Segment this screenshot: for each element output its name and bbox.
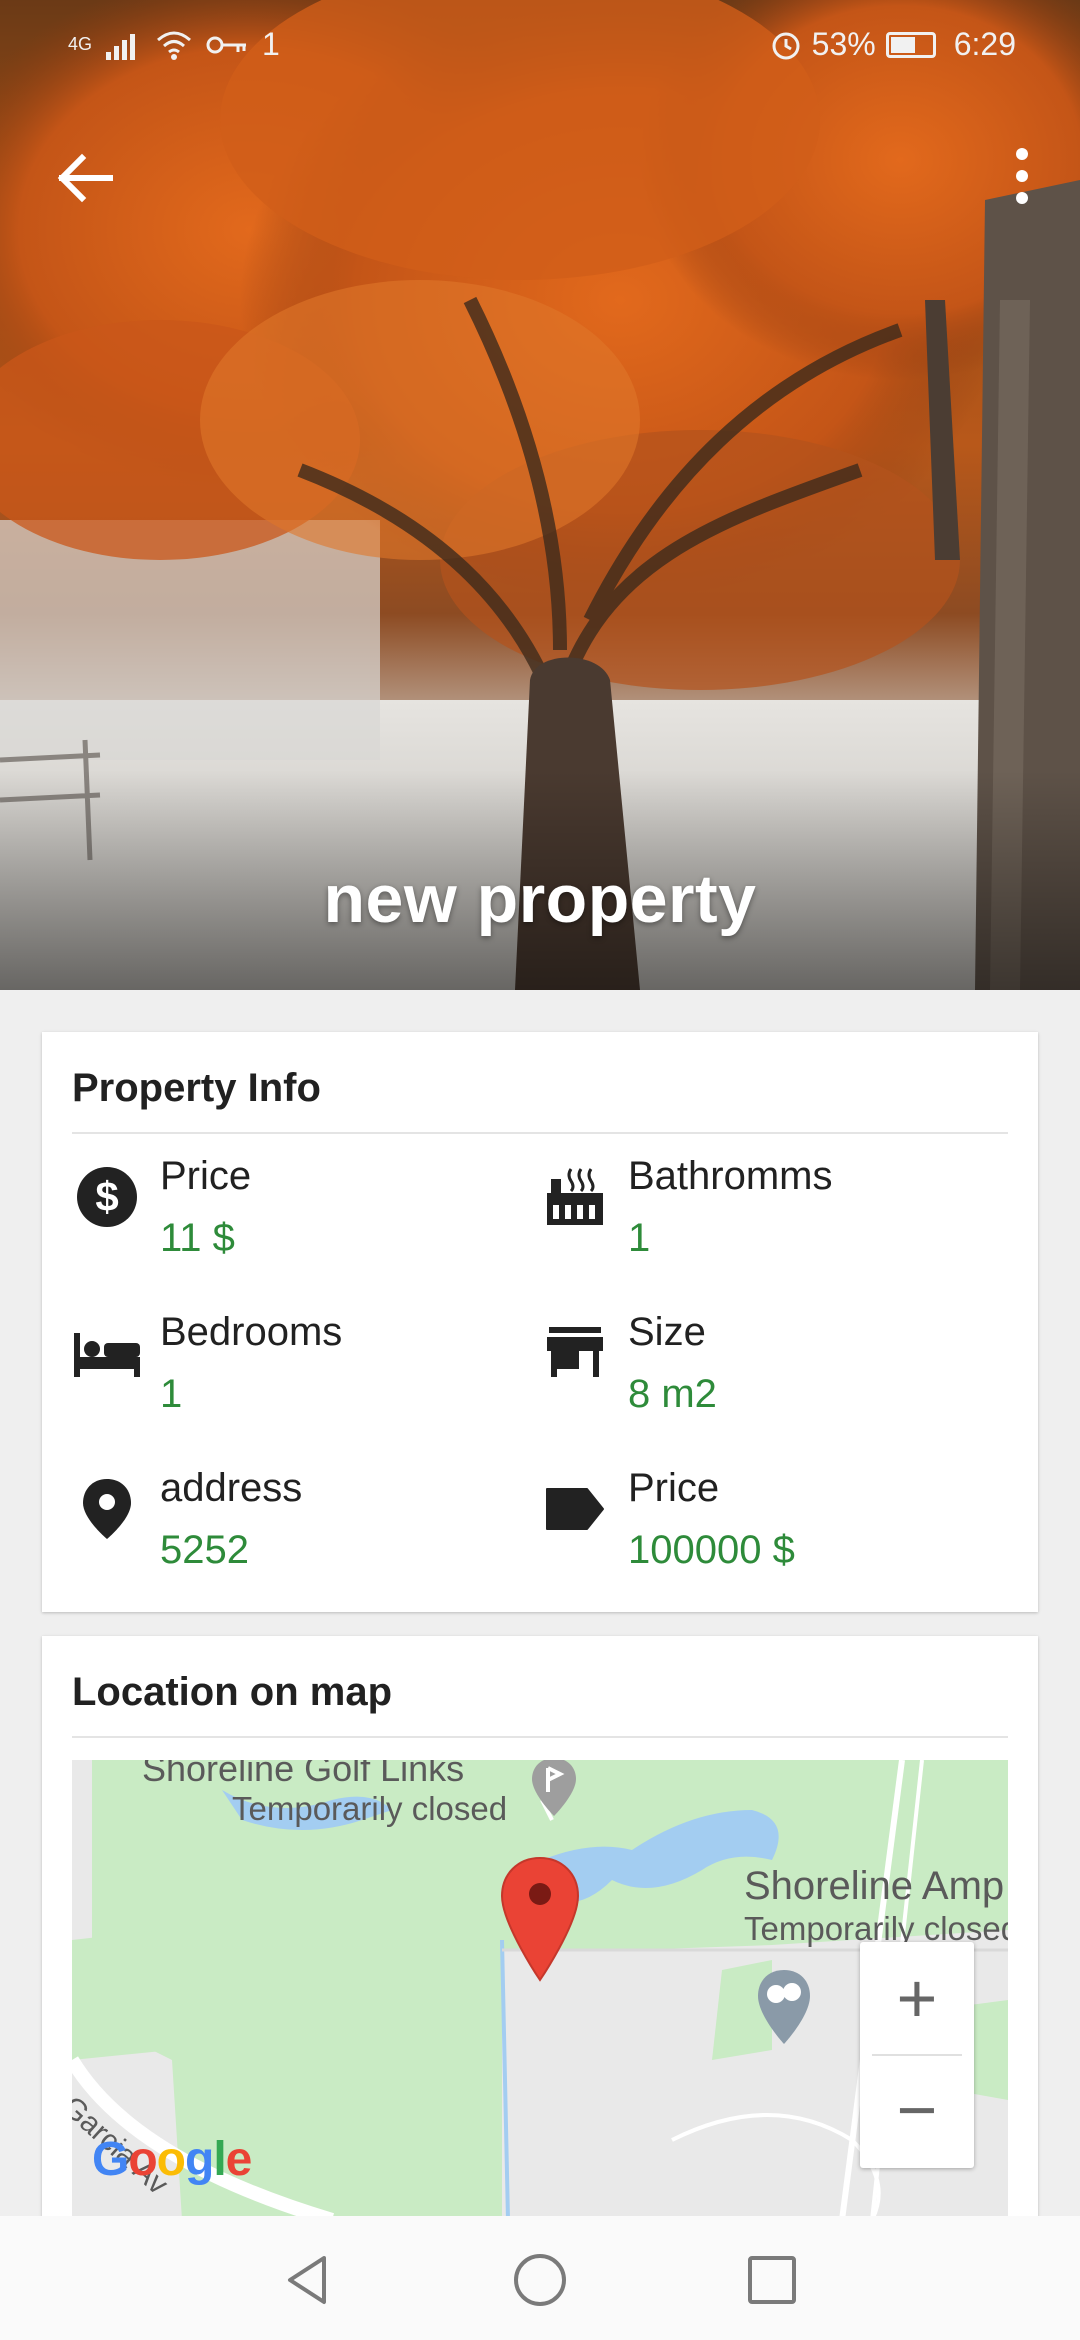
info-item-address: address 5252 <box>72 1466 522 1596</box>
divider <box>72 1736 1008 1738</box>
store-icon <box>540 1318 610 1388</box>
bed-icon <box>72 1318 142 1388</box>
info-label: Price <box>628 1466 720 1510</box>
status-bar: 4G 1 53% 6:29 <box>0 0 1080 90</box>
info-value: 5252 <box>160 1528 249 1572</box>
battery-percent: 53% <box>811 26 876 62</box>
system-navigation-bar <box>0 2216 1080 2340</box>
info-item-bedrooms: Bedrooms 1 <box>72 1310 522 1440</box>
place-name: Shoreline Golf Links <box>142 1760 465 1789</box>
map-section-title: Location on map <box>72 1670 392 1714</box>
info-value: 1 <box>628 1216 651 1260</box>
notification-count: 1 <box>262 26 280 62</box>
property-info-title: Property Info <box>72 1066 321 1110</box>
status-left: 4G 1 <box>68 26 280 63</box>
info-label: Size <box>628 1310 706 1354</box>
svg-text:$: $ <box>95 1173 118 1220</box>
info-value: 1 <box>160 1372 183 1416</box>
alarm-icon <box>772 32 800 59</box>
place-status: Temporarily closed <box>232 1790 508 1827</box>
google-map[interactable]: Shoreline Golf Links Temporarily closed … <box>72 1760 1008 2220</box>
theater-poi-icon[interactable] <box>752 1968 816 2048</box>
zoom-in-button[interactable]: + <box>860 1942 974 2054</box>
location-pin-icon <box>72 1474 142 1544</box>
zoom-controls: + − <box>860 1942 974 2168</box>
network-label: 4G <box>68 34 93 54</box>
info-item-price: $ Price 11 $ <box>72 1154 522 1284</box>
nav-back-icon[interactable] <box>278 2250 338 2310</box>
info-label: address <box>160 1466 303 1510</box>
info-item-bathrooms: Bathromms 1 <box>540 1154 990 1284</box>
clock: 6:29 <box>953 26 1016 62</box>
more-vert-icon[interactable] <box>994 140 1050 216</box>
bathtub-icon <box>540 1162 610 1232</box>
location-marker-icon[interactable] <box>500 1856 580 1982</box>
place-name: Shoreline Amp <box>744 1864 1005 1908</box>
wifi-icon <box>157 31 192 60</box>
golf-poi-icon[interactable] <box>528 1760 580 1820</box>
divider <box>72 1132 1008 1134</box>
dollar-circle-icon: $ <box>72 1162 142 1232</box>
nav-home-icon[interactable] <box>510 2250 570 2310</box>
info-item-size: Size 8 m2 <box>540 1310 990 1440</box>
signal-icon <box>106 33 136 60</box>
zoom-out-button[interactable]: − <box>860 2054 974 2166</box>
battery-icon <box>885 31 936 58</box>
nav-recents-icon[interactable] <box>742 2250 802 2310</box>
vpn-key-icon <box>206 36 247 53</box>
hero-image: new property <box>0 0 1080 990</box>
tag-icon <box>540 1474 610 1544</box>
info-value: 100000 $ <box>628 1528 795 1572</box>
info-item-total-price: Price 100000 $ <box>540 1466 990 1596</box>
status-right: 53% 6:29 <box>770 26 1016 63</box>
back-arrow-icon[interactable] <box>48 140 124 216</box>
property-title: new property <box>323 861 757 937</box>
info-value: 11 $ <box>160 1216 235 1260</box>
google-logo: Google <box>92 2133 252 2186</box>
info-value: 8 m2 <box>628 1372 717 1416</box>
info-label: Bathromms <box>628 1154 833 1198</box>
info-label: Bedrooms <box>160 1310 343 1354</box>
info-label: Price <box>160 1154 252 1198</box>
property-info-card: Property Info $ Price 11 $ Bathromms 1 B… <box>42 1032 1038 1612</box>
